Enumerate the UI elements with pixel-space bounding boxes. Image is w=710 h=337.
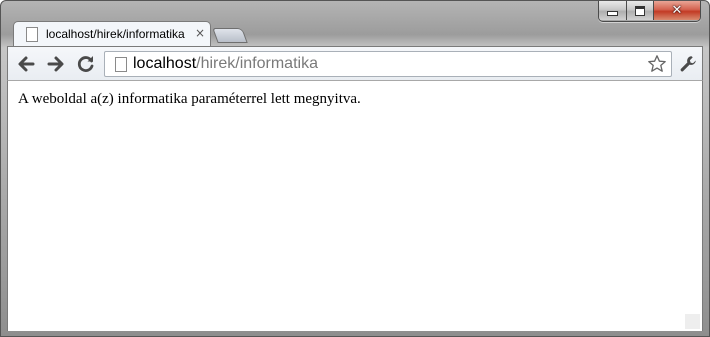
window-controls: ✕ <box>598 1 701 22</box>
page-icon <box>26 27 38 42</box>
address-bar[interactable]: localhost/hirek/informatika <box>104 51 672 77</box>
arrow-right-icon <box>47 56 64 72</box>
star-icon[interactable] <box>647 54 667 74</box>
reload-icon <box>77 56 94 72</box>
resize-grip[interactable] <box>685 314 700 329</box>
tab-title: localhost/hirek/informatika <box>46 27 185 41</box>
browser-window: ✕ localhost/hirek/informatika × localhos… <box>0 0 710 337</box>
tab-active[interactable]: localhost/hirek/informatika × <box>13 21 211 47</box>
close-icon: ✕ <box>671 3 683 18</box>
toolbar: localhost/hirek/informatika <box>7 46 703 81</box>
minimize-icon <box>607 11 618 16</box>
forward-button[interactable] <box>44 52 68 76</box>
tab-close-button[interactable]: × <box>195 26 205 40</box>
url-path: /hirek/informatika <box>196 55 318 72</box>
arrow-left-icon <box>18 56 35 72</box>
back-button[interactable] <box>14 52 38 76</box>
maximize-button[interactable] <box>627 1 654 20</box>
minimize-button[interactable] <box>599 1 627 20</box>
url-host: localhost <box>133 55 197 72</box>
maximize-icon <box>635 5 645 16</box>
wrench-icon[interactable] <box>678 54 698 74</box>
page-body-text: A weboldal a(z) informatika paraméterrel… <box>18 91 361 107</box>
new-tab-button[interactable] <box>212 28 248 43</box>
reload-button[interactable] <box>74 52 98 76</box>
close-window-button[interactable]: ✕ <box>654 1 700 20</box>
url-text[interactable]: localhost/hirek/informatika <box>133 55 318 73</box>
page-content: A weboldal a(z) informatika paraméterrel… <box>7 81 703 331</box>
page-icon <box>115 57 127 72</box>
